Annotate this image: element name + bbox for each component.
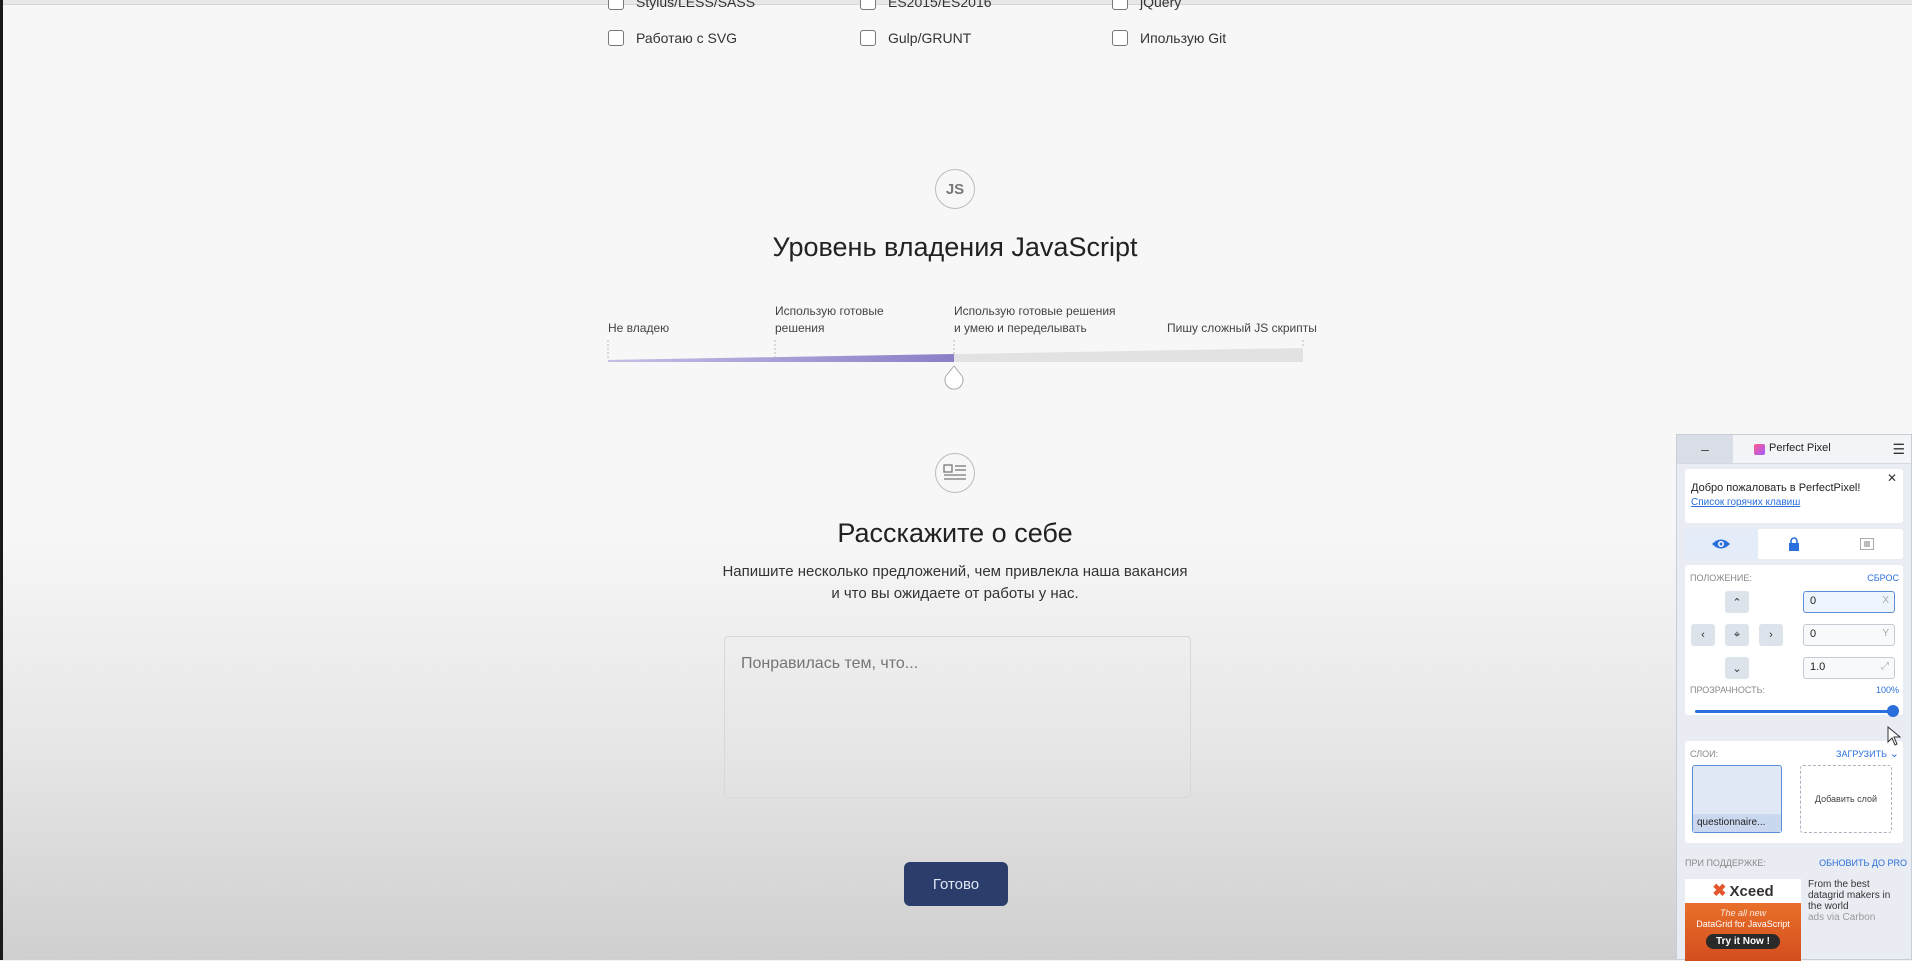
checkbox-label: Stylus/LESS/SASS [636,0,756,10]
ad-text-body: From the best datagrid makers in the wor… [1808,879,1891,912]
checkbox-option[interactable]: Gulp/GRUNT [860,30,1112,46]
checkbox-row-2: Работаю с SVG Gulp/GRUNT Ипользую Git [608,30,1364,46]
opacity-knob[interactable] [1887,705,1899,717]
window-left-edge [0,0,3,960]
arrow-down-button[interactable]: ⌄ [1725,657,1749,679]
level-label-3[interactable]: Пишу сложный JS скрипты [1167,320,1317,337]
center-crosshair-button[interactable]: ⌖ [1725,624,1749,646]
pp-x-input[interactable]: 0X [1803,591,1895,613]
close-icon[interactable]: ✕ [1887,471,1897,485]
pp-x-unit: X [1882,595,1889,606]
eye-icon-glyph [1712,539,1731,549]
pp-position-card: ПОЛОЖЕНИЕ: СБРОС ⌃ ‹ ⌖ › ⌄ 0X 0Y 1.0 ⤢ ПР… [1685,565,1903,715]
pp-welcome-text: Добро пожаловать в PerfectPixel! [1691,482,1861,494]
checkbox[interactable] [860,0,876,10]
document-icon-glyph [943,464,966,480]
about-description: Напишите несколько предложений, чем прив… [700,561,1210,605]
chevron-down-icon[interactable]: ⌄ [1890,747,1899,760]
pp-opacity-label: ПРОЗРАЧНОСТЬ: [1690,685,1766,695]
level-label-0[interactable]: Не владею [608,320,669,337]
checkbox-option[interactable]: Ипользую Git [1112,30,1364,46]
js-level-slider[interactable] [600,340,1310,390]
checkbox[interactable] [860,30,876,46]
js-level-title: Уровень владения JavaScript [772,232,1138,262]
pp-opacity-value: 100% [1875,685,1899,695]
pp-opacity-slider[interactable] [1685,695,1903,723]
invert-icon-glyph [1859,538,1874,550]
pp-mode-tabs [1685,529,1903,559]
pp-layers-label: СЛОИ: [1690,749,1719,759]
checkbox-option[interactable]: Работаю с SVG [608,30,860,46]
ad-text[interactable]: From the best datagrid makers in the wor… [1808,879,1904,923]
pp-reset-link[interactable]: СБРОС [1867,573,1899,583]
add-layer-button[interactable]: Добавить слой [1800,765,1892,833]
arrow-up-button[interactable]: ⌃ [1725,591,1749,613]
js-icon: JS [935,169,975,209]
level-label-2[interactable]: Использую готовые решения и умею и перед… [954,303,1124,337]
checkbox-option[interactable]: jQuery [1112,0,1364,10]
level-label-1[interactable]: Использую готовые решения [775,303,895,337]
pp-header: – Perfect Pixel ☰ [1677,435,1911,464]
submit-button[interactable]: Готово [904,862,1008,906]
pp-support-label: ПРИ ПОДДЕРЖКЕ: [1685,858,1766,868]
checkbox-label: Ипользую Git [1140,30,1227,46]
perfect-pixel-panel: – Perfect Pixel ☰ ✕ Добро пожаловать в P… [1676,434,1912,961]
pp-y-input[interactable]: 0Y [1803,624,1895,646]
xceed-logo: ✖ Xceed [1685,879,1801,903]
hamburger-menu-icon[interactable]: ☰ [1892,441,1905,458]
ad-banner[interactable]: ✖ Xceed The all new DataGrid for JavaScri… [1685,879,1801,961]
slider-fill [608,354,954,362]
document-icon [935,453,975,493]
ad-line1: The all new [1719,908,1767,918]
ad-brand: Xceed [1729,882,1774,900]
resize-icon: ⤢ [1881,661,1889,672]
pp-title: Perfect Pixel [1769,442,1831,454]
ad-banner-body: The all new DataGrid for JavaScript Try … [1685,903,1801,961]
checkbox[interactable] [608,30,624,46]
js-icon-text: JS [945,180,965,198]
checkbox[interactable] [608,0,624,10]
layer-name: questionnaire... [1693,814,1781,832]
checkbox-label: jQuery [1140,0,1182,10]
pp-x-value: 0 [1810,595,1817,607]
ad-via: ads via Carbon [1808,912,1876,923]
checkbox-label: Работаю с SVG [636,30,738,46]
pp-welcome-box: ✕ Добро пожаловать в PerfectPixel! Списо… [1685,469,1903,523]
checkbox-label: ES2015/ES2016 [888,0,992,10]
pp-upload-link[interactable]: ЗАГРУЗИТЬ [1836,749,1887,759]
pp-minimize-button[interactable]: – [1677,435,1733,463]
checkbox[interactable] [1112,0,1128,10]
opacity-track[interactable] [1695,710,1893,713]
checkbox-option[interactable]: ES2015/ES2016 [860,0,1112,10]
ad-line2: DataGrid for JavaScript [1696,919,1790,929]
about-title: Расскажите о себе [837,518,1073,548]
pp-upgrade-link[interactable]: ОБНОВИТЬ ДО PRO [1819,858,1907,868]
about-textarea[interactable] [724,636,1191,798]
layer-thumbnail[interactable]: questionnaire... [1692,765,1782,833]
x-logo-icon: ✖ [1712,881,1727,900]
about-description-line1: Напишите несколько предложений, чем прив… [722,563,1188,580]
ad-cta-button[interactable]: Try it Now ! [1706,934,1780,949]
lock-icon[interactable] [1758,529,1831,559]
eye-icon[interactable] [1685,529,1758,559]
pp-y-unit: Y [1882,628,1889,639]
about-description-line2: и что вы ожидаете от работы у нас. [831,585,1079,602]
mouse-cursor-icon [1887,726,1901,746]
pp-scale-input[interactable]: 1.0 ⤢ [1803,657,1895,679]
pp-hotkeys-link[interactable]: Список горячих клавиш [1691,497,1800,508]
checkbox-row-1: Stylus/LESS/SASS ES2015/ES2016 jQuery [608,0,1364,10]
pp-layers-card: СЛОИ: ЗАГРУЗИТЬ ⌄ questionnaire... Добав… [1685,741,1903,843]
arrow-left-button[interactable]: ‹ [1691,624,1715,646]
arrow-right-button[interactable]: › [1759,624,1783,646]
checkbox-label: Gulp/GRUNT [888,30,972,46]
pp-position-label: ПОЛОЖЕНИЕ: [1690,573,1752,583]
pp-scale-value: 1.0 [1810,661,1826,673]
checkbox[interactable] [1112,30,1128,46]
slider-handle[interactable] [944,365,964,390]
checkbox-option[interactable]: Stylus/LESS/SASS [608,0,860,10]
pp-logo-icon [1754,444,1765,455]
invert-icon[interactable] [1830,529,1903,559]
pp-y-value: 0 [1810,628,1817,640]
lock-icon-glyph [1789,537,1799,551]
